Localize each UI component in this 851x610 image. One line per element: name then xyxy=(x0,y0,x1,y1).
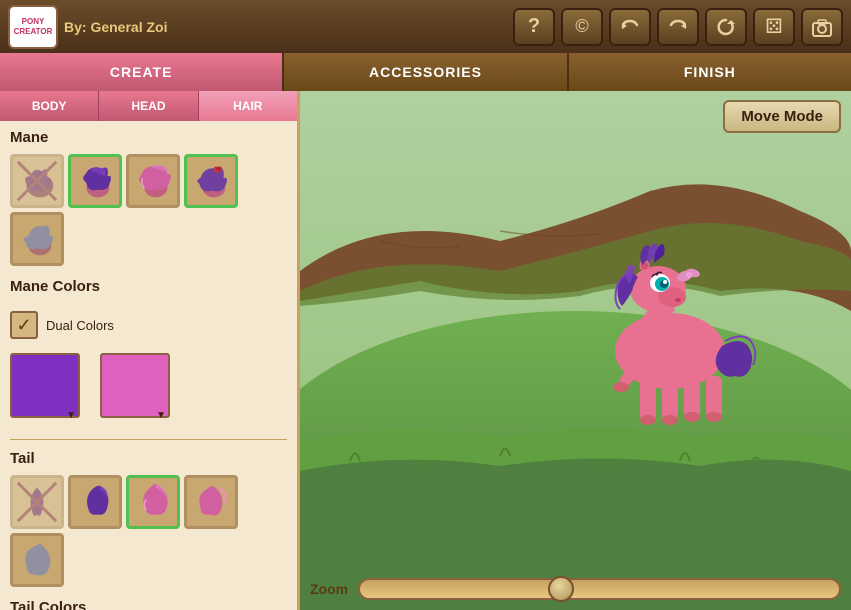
tail-style-4[interactable] xyxy=(184,475,238,529)
zoom-thumb[interactable] xyxy=(548,576,574,602)
copyright-button[interactable]: © xyxy=(561,8,603,46)
canvas-area: Zoom xyxy=(300,91,851,610)
mane-style-3[interactable] xyxy=(126,154,180,208)
undo-button[interactable] xyxy=(609,8,651,46)
mane-color-2-arrow[interactable]: ▼ xyxy=(156,410,166,421)
camera-button[interactable] xyxy=(801,8,843,46)
mane-colors-section: ✓ Dual Colors ▼ ▼ xyxy=(0,299,297,437)
mane-color-1-container: ▼ xyxy=(10,353,80,423)
sub-tabs: BODY HEAD HAIR xyxy=(0,91,297,121)
tail-colors-label: Tail Colors xyxy=(0,591,297,610)
tab-finish[interactable]: FINISH xyxy=(569,53,851,91)
dual-colors-checkbox[interactable]: ✓ xyxy=(10,311,38,339)
help-button[interactable]: ? xyxy=(513,8,555,46)
logo: PONYCREATOR xyxy=(8,5,58,49)
mane-style-5[interactable] xyxy=(10,212,64,266)
logo-area: PONYCREATOR By: General Zoi xyxy=(8,5,167,49)
tail-style-1[interactable] xyxy=(10,475,64,529)
dual-colors-label: Dual Colors xyxy=(46,318,114,333)
move-mode-button[interactable]: Move Mode xyxy=(723,100,841,133)
tail-style-3[interactable] xyxy=(126,475,180,529)
tail-style-5[interactable] xyxy=(10,533,64,587)
top-bar: PONYCREATOR By: General Zoi ? © ⚄ xyxy=(0,0,851,53)
mane-style-1[interactable] xyxy=(10,154,64,208)
mane-color-1-arrow[interactable]: ▼ xyxy=(66,410,76,421)
left-panel: BODY HEAD HAIR Mane xyxy=(0,91,300,610)
tab-accessories[interactable]: ACCESSORIES xyxy=(284,53,568,91)
zoom-slider[interactable] xyxy=(358,578,841,600)
tab-create[interactable]: CREATE xyxy=(0,53,284,91)
mane-style-4[interactable] xyxy=(184,154,238,208)
author-label: By: General Zoi xyxy=(64,19,167,35)
mane-color-2-swatch[interactable] xyxy=(100,353,170,418)
mane-style-grid xyxy=(0,150,297,270)
subtab-head[interactable]: HEAD xyxy=(99,91,198,121)
mane-section-label: Mane xyxy=(0,121,297,150)
dual-colors-row: ✓ Dual Colors xyxy=(10,305,287,345)
random-button[interactable]: ⚄ xyxy=(753,8,795,46)
redo-button[interactable] xyxy=(657,8,699,46)
subtab-hair[interactable]: HAIR xyxy=(199,91,297,121)
scene-background xyxy=(300,91,851,610)
reset-button[interactable] xyxy=(705,8,747,46)
mane-color-1-swatch[interactable] xyxy=(10,353,80,418)
mane-style-2[interactable] xyxy=(68,154,122,208)
tail-section-label: Tail xyxy=(0,442,297,471)
tail-style-2[interactable] xyxy=(68,475,122,529)
subtab-body[interactable]: BODY xyxy=(0,91,99,121)
zoom-section: Zoom xyxy=(310,578,841,600)
color-pickers: ▼ ▼ xyxy=(10,345,287,431)
nav-tabs: CREATE ACCESSORIES FINISH xyxy=(0,53,851,91)
mane-color-2-container: ▼ xyxy=(100,353,170,423)
zoom-label: Zoom xyxy=(310,581,348,597)
mane-colors-label: Mane Colors xyxy=(0,270,297,299)
divider-1 xyxy=(10,439,287,440)
tail-style-grid xyxy=(0,471,297,591)
top-buttons: ? © ⚄ xyxy=(513,8,843,46)
